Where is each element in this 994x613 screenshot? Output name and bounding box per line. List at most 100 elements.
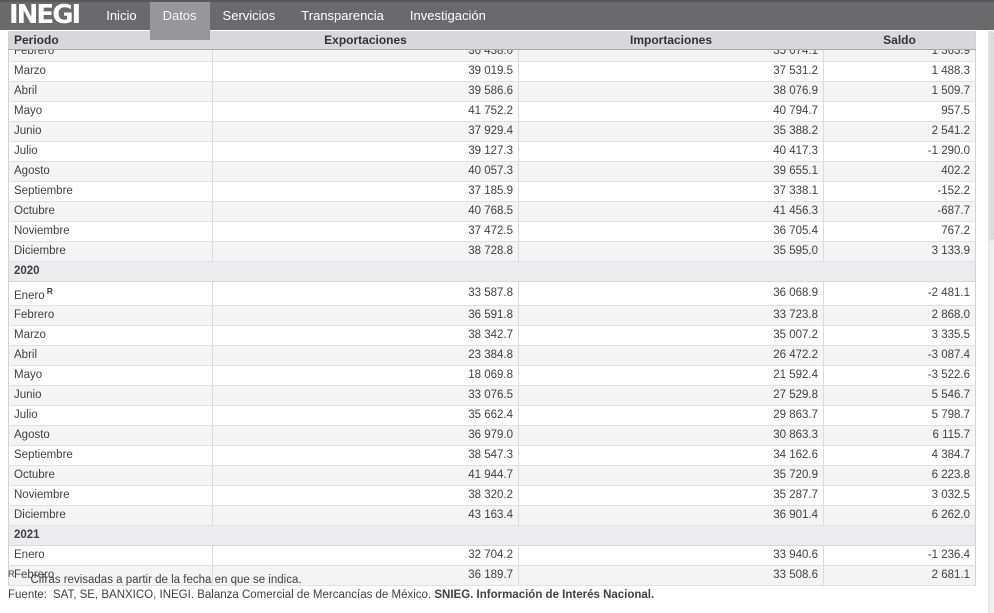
inegi-logo[interactable]: INEGI — [0, 2, 93, 29]
periodo-cell: Febrero — [14, 49, 55, 57]
periodo-cell: Enero R — [14, 285, 53, 302]
saldo-cell: 767.2 — [941, 224, 970, 237]
saldo-cell: -1 290.0 — [927, 144, 970, 157]
importaciones-cell: 33 508.6 — [773, 569, 818, 582]
periodo-cell: Mayo — [14, 369, 43, 382]
nav-item-inicio[interactable]: Inicio — [93, 2, 149, 30]
table-row: Abril 23 384.8 26 472.2 -3 087.4 — [8, 345, 976, 367]
source-label: Fuente: — [8, 589, 47, 601]
saldo-cell: 4 384.7 — [931, 449, 970, 462]
exportaciones-cell: 38 728.8 — [468, 244, 513, 257]
importaciones-cell: 29 863.7 — [773, 409, 818, 422]
periodo-cell: Mayo — [14, 104, 43, 117]
importaciones-cell: 36 901.4 — [773, 509, 818, 522]
main-nav: Inicio Datos Servicios Transparencia Investi… — [93, 2, 499, 40]
periodo-cell: Marzo — [14, 329, 46, 342]
saldo-cell: 3 032.5 — [931, 489, 970, 502]
col-header-importaciones: Importaciones — [518, 31, 824, 50]
saldo-cell: 2 681.1 — [931, 569, 970, 582]
saldo-cell: -3 522.6 — [927, 369, 970, 382]
scrollbar-thumb[interactable] — [989, 31, 994, 241]
exportaciones-cell: 36 591.8 — [468, 309, 513, 322]
table-row: Noviembre 37 472.5 36 705.4 767.2 — [8, 221, 976, 242]
importaciones-cell: 35 595.0 — [773, 244, 818, 257]
saldo-cell: 3 133.9 — [931, 244, 970, 257]
table-row: Enero R 33 587.8 36 068.9 -2 481.1 — [8, 281, 976, 307]
exportaciones-cell: 38 342.7 — [468, 329, 513, 342]
importaciones-cell: 36 068.9 — [773, 286, 818, 299]
periodo-cell: Septiembre — [14, 449, 73, 462]
importaciones-cell: 41 456.3 — [773, 204, 818, 217]
exportaciones-cell: 39 019.5 — [468, 64, 513, 77]
importaciones-cell: 34 162.6 — [773, 449, 818, 462]
saldo-cell: -152.2 — [937, 184, 970, 197]
importaciones-cell: 40 794.7 — [773, 104, 818, 117]
col-header-saldo: Saldo — [823, 31, 976, 50]
exportaciones-cell: 38 547.3 — [468, 449, 513, 462]
exportaciones-cell: 18 069.8 — [468, 369, 513, 382]
exportaciones-cell: 38 320.2 — [468, 489, 513, 502]
importaciones-cell: 40 417.3 — [773, 144, 818, 157]
saldo-cell: 1 488.3 — [931, 64, 970, 77]
table-body: Febrero 36 438.0 35 074.1 1 363.9 Marzo 39 01… — [8, 49, 976, 587]
table-row: Noviembre 38 320.2 35 287.7 3 032.5 — [8, 485, 976, 507]
periodo-cell: Octubre — [14, 204, 55, 217]
exportaciones-cell: 33 076.5 — [468, 389, 513, 402]
year-row-2020: 2020 — [8, 261, 976, 282]
table-row: Septiembre 37 185.9 37 338.1 -152.2 — [8, 181, 976, 202]
table-row: Febrero 36 591.8 33 723.8 2 868.0 — [8, 305, 976, 327]
nav-item-transparencia[interactable]: Transparencia — [288, 2, 397, 30]
table-row: Marzo 38 342.7 35 007.2 3 335.5 — [8, 325, 976, 347]
importaciones-cell: 36 705.4 — [773, 224, 818, 237]
importaciones-cell: 21 592.4 — [773, 369, 818, 382]
periodo-cell: Febrero — [14, 309, 55, 322]
periodo-cell: Abril — [14, 84, 38, 97]
exportaciones-cell: 32 704.2 — [468, 549, 513, 562]
nav-item-servicios[interactable]: Servicios — [210, 2, 289, 30]
saldo-cell: 2 541.2 — [931, 124, 970, 137]
importaciones-cell: 39 655.1 — [773, 164, 818, 177]
periodo-cell: Marzo — [14, 64, 46, 77]
importaciones-cell: 33 723.8 — [773, 309, 818, 322]
revision-text: Cifras revisadas a partir de la fecha en… — [30, 574, 302, 586]
table-row: Junio 33 076.5 27 529.8 5 546.7 — [8, 385, 976, 407]
saldo-cell: 6 115.7 — [932, 429, 970, 442]
saldo-cell: -687.7 — [937, 204, 970, 217]
table-row: Junio 37 929.4 35 388.2 2 541.2 — [8, 121, 976, 142]
table-row: Agosto 40 057.3 39 655.1 402.2 — [8, 161, 976, 182]
revision-marker: R — [8, 569, 15, 579]
periodo-cell: Noviembre — [14, 224, 70, 237]
table-row: Agosto 36 979.0 30 863.3 6 115.7 — [8, 425, 976, 447]
vertical-scrollbar[interactable] — [988, 31, 994, 613]
periodo-cell: Enero — [14, 549, 45, 562]
table-row: Julio 39 127.3 40 417.3 -1 290.0 — [8, 141, 976, 162]
table-row: Octubre 41 944.7 35 720.9 6 223.8 — [8, 465, 976, 487]
trade-balance-table: Periodo Exportaciones Importaciones Sald… — [8, 31, 976, 587]
revision-marker: R — [46, 285, 53, 296]
table-row: Octubre 40 768.5 41 456.3 -687.7 — [8, 201, 976, 222]
importaciones-cell: 30 863.3 — [773, 429, 818, 442]
nav-item-datos[interactable]: Datos — [149, 2, 210, 40]
importaciones-cell: 35 007.2 — [773, 329, 818, 342]
exportaciones-cell: 33 587.8 — [468, 286, 513, 299]
importaciones-cell: 35 287.7 — [773, 489, 818, 502]
periodo-cell: Junio — [14, 389, 42, 402]
exportaciones-cell: 40 768.5 — [468, 204, 513, 217]
saldo-cell: 1 509.7 — [931, 84, 970, 97]
periodo-cell: Abril — [14, 349, 38, 362]
periodo-cell: Septiembre — [14, 184, 73, 197]
exportaciones-cell: 23 384.8 — [468, 349, 513, 362]
importaciones-cell: 37 338.1 — [773, 184, 818, 197]
importaciones-cell: 27 529.8 — [773, 389, 818, 402]
saldo-cell: -1 236.4 — [927, 549, 970, 562]
periodo-cell: Noviembre — [14, 489, 70, 502]
importaciones-cell: 35 388.2 — [773, 124, 818, 137]
saldo-cell: 1 363.9 — [931, 49, 970, 57]
table-row: Marzo 39 019.5 37 531.2 1 488.3 — [8, 61, 976, 82]
saldo-cell: 6 223.8 — [931, 469, 970, 482]
exportaciones-cell: 37 929.4 — [468, 124, 513, 137]
table-row: Mayo 18 069.8 21 592.4 -3 522.6 — [8, 365, 976, 387]
exportaciones-cell: 37 472.5 — [468, 224, 513, 237]
nav-item-investigacion[interactable]: Investigación — [397, 2, 499, 30]
periodo-cell: Junio — [14, 124, 42, 137]
